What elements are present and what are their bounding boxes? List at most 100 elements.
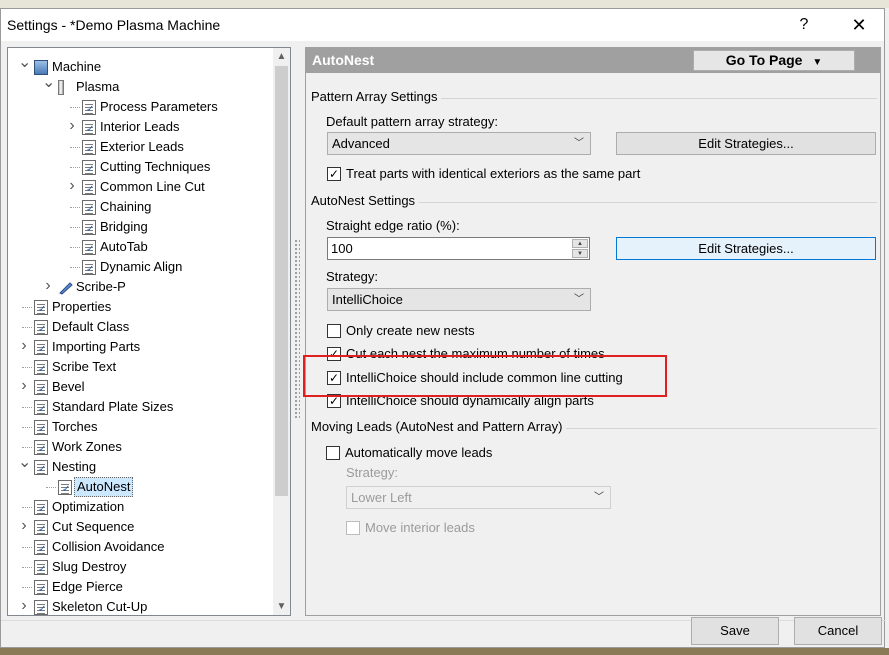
spin-up-icon[interactable]: ▲ [572, 239, 588, 248]
tree-item[interactable]: Bridging [8, 217, 268, 240]
window-title: Settings - *Demo Plasma Machine [7, 17, 221, 33]
checkbox-box[interactable] [346, 521, 360, 535]
close-button[interactable]: ✕ [846, 13, 872, 37]
scroll-down-icon[interactable]: ▼ [273, 598, 290, 615]
cancel-button[interactable]: Cancel [794, 617, 882, 645]
expand-right-icon[interactable]: › [66, 177, 78, 197]
tree-connector [70, 227, 80, 228]
expand-right-icon[interactable]: › [18, 517, 30, 537]
settings-dialog: Settings - *Demo Plasma Machine ? ✕ ▲ ▼ … [0, 8, 886, 648]
save-button[interactable]: Save [691, 617, 779, 645]
tree-item[interactable]: Default Class [8, 317, 268, 340]
tree-connector [22, 327, 32, 328]
tree-connector [22, 447, 32, 448]
expand-down-icon[interactable]: ⌄ [42, 75, 55, 97]
tree-item[interactable]: Cutting Techniques [8, 157, 268, 180]
tree-item[interactable]: Work Zones [8, 437, 268, 460]
page-icon [34, 320, 48, 340]
scroll-thumb[interactable] [275, 66, 288, 496]
tree-item[interactable]: Process Parameters [8, 97, 268, 120]
tree-item[interactable]: Standard Plate Sizes [8, 397, 268, 420]
tree-item[interactable]: Torches [8, 417, 268, 440]
section-title: AutoNest Settings [311, 193, 420, 208]
tree-item[interactable]: Collision Avoidance [8, 537, 268, 560]
tree-item[interactable]: ⌄ Plasma [8, 75, 268, 97]
page-icon [34, 300, 48, 320]
tree-scrollbar[interactable]: ▲ ▼ [273, 48, 290, 615]
tree-item[interactable]: › Bevel [8, 377, 268, 400]
pattern-array-section: Pattern Array Settings [311, 89, 877, 107]
tree-connector [70, 167, 80, 168]
tree-item-label: Standard Plate Sizes [52, 399, 174, 414]
tree-item-label: Cut Sequence [52, 519, 135, 534]
tree-connector [22, 567, 32, 568]
background-app-strip [0, 0, 889, 8]
autonest-edit-strategies-button[interactable]: Edit Strategies... [616, 237, 876, 260]
tree-connector [22, 427, 32, 428]
tree-item[interactable]: Properties [8, 297, 268, 320]
page-icon [82, 100, 96, 120]
background-app-strip-bottom [0, 648, 889, 655]
help-button[interactable]: ? [791, 13, 817, 37]
tree-connector [70, 247, 80, 248]
checkbox-box[interactable] [327, 324, 341, 338]
moving-strategy-select[interactable]: Lower Left ﹀ [346, 486, 611, 509]
checkbox-box[interactable] [326, 446, 340, 460]
tree-item-label: Chaining [100, 199, 152, 214]
page-icon [82, 220, 96, 240]
autonest-strategy-select[interactable]: IntelliChoice ﹀ [327, 288, 591, 311]
tree-item-label: Dynamic Align [100, 259, 183, 274]
tree-item[interactable]: Scribe Text [8, 357, 268, 380]
page-icon [82, 140, 96, 160]
tree-item[interactable]: Chaining [8, 197, 268, 220]
tree-item[interactable]: › Common Line Cut [8, 177, 268, 200]
chevron-down-icon: ﹀ [594, 492, 604, 503]
tree-item[interactable]: › Cut Sequence [8, 517, 268, 540]
tree-connector [70, 207, 80, 208]
expand-down-icon[interactable]: ⌄ [18, 455, 31, 477]
tree-item[interactable]: › Importing Parts [8, 337, 268, 360]
tree-item[interactable]: Edge Pierce [8, 577, 268, 600]
splitter-grip[interactable] [294, 239, 300, 419]
tree-item-label: Default Class [52, 319, 130, 334]
tree-connector [70, 147, 80, 148]
expand-right-icon[interactable]: › [18, 597, 30, 615]
tree-item-label: Slug Destroy [52, 559, 127, 574]
ratio-stepper[interactable]: ▲ ▼ [572, 239, 588, 258]
spin-down-icon[interactable]: ▼ [572, 249, 588, 258]
pattern-edit-strategies-button[interactable]: Edit Strategies... [616, 132, 876, 155]
expand-right-icon[interactable]: › [66, 117, 78, 137]
expand-down-icon[interactable]: ⌄ [18, 55, 31, 77]
panel-header: AutoNest Go To Page ▼ [306, 48, 880, 73]
tree-item[interactable]: Dynamic Align [8, 257, 268, 280]
tree-item[interactable]: ⌄ Nesting [8, 455, 268, 481]
tree-item-label: Common Line Cut [100, 179, 205, 194]
page-icon [34, 400, 48, 420]
straight-edge-ratio-input[interactable]: 100 ▲ ▼ [327, 237, 590, 260]
expand-right-icon[interactable]: › [42, 277, 54, 297]
expand-right-icon[interactable]: › [18, 377, 30, 397]
go-to-page-button[interactable]: Go To Page ▼ [693, 50, 855, 71]
tree-item[interactable]: › Skeleton Cut-Up [8, 597, 268, 615]
tree-connector [22, 547, 32, 548]
tree-item[interactable]: AutoNest [8, 477, 268, 500]
checkbox-label: Automatically move leads [345, 445, 493, 460]
section-title: Moving Leads (AutoNest and Pattern Array… [311, 419, 567, 434]
page-icon [34, 380, 48, 400]
tree-item[interactable]: › Scribe-P [8, 277, 268, 297]
checkbox-box[interactable]: ✓ [327, 167, 341, 181]
tree-item[interactable]: Exterior Leads [8, 137, 268, 160]
page-icon [34, 460, 48, 480]
tree-item[interactable]: Slug Destroy [8, 557, 268, 580]
checkbox-label: Only create new nests [346, 323, 475, 338]
tree-item[interactable]: AutoTab [8, 237, 268, 260]
tree-connector [46, 487, 56, 488]
tree-item[interactable]: › Interior Leads [8, 117, 268, 140]
tree-connector [22, 507, 32, 508]
checkbox-label: Treat parts with identical exteriors as … [346, 166, 641, 181]
pattern-strategy-select[interactable]: Advanced ﹀ [327, 132, 591, 155]
tree-item[interactable]: Optimization [8, 497, 268, 520]
scroll-up-icon[interactable]: ▲ [273, 48, 290, 65]
expand-right-icon[interactable]: › [18, 337, 30, 357]
page-icon [34, 580, 48, 600]
